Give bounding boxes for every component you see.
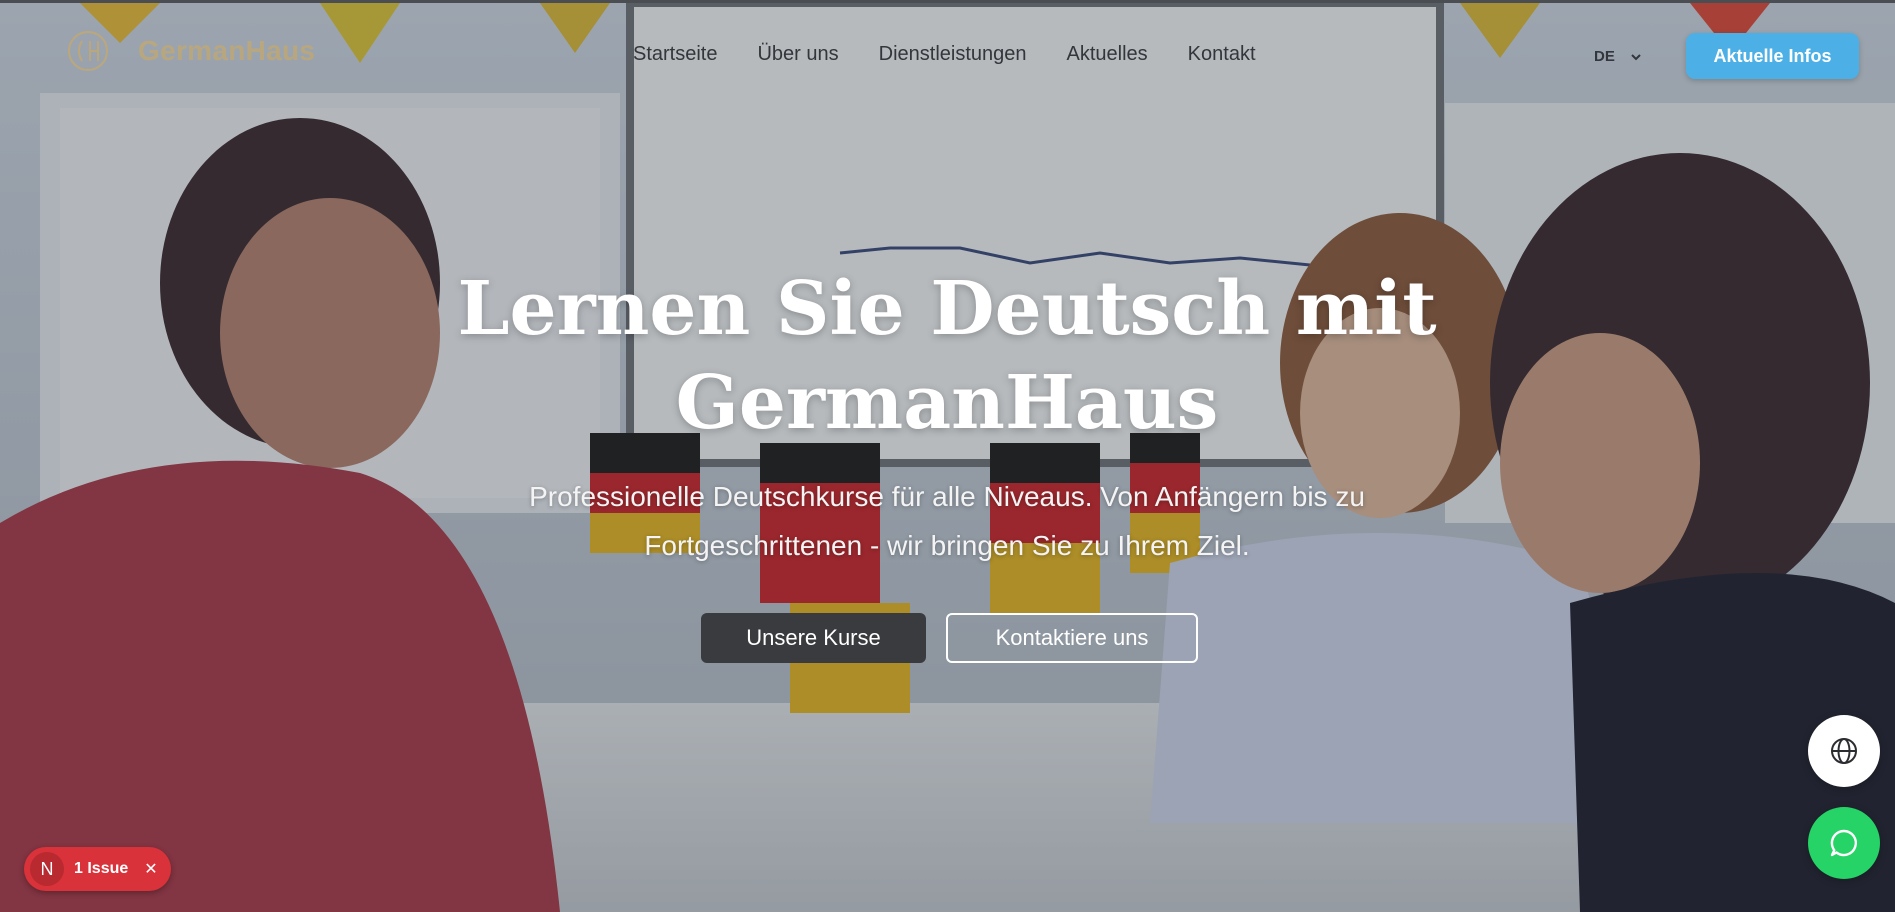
contact-us-button[interactable]: Kontaktiere uns [946, 613, 1198, 663]
nav-item-ueber-uns[interactable]: Über uns [757, 43, 838, 66]
nav-item-aktuelles[interactable]: Aktuelles [1067, 43, 1148, 66]
whatsapp-chat-button[interactable] [1808, 807, 1880, 879]
brand-name: GermanHaus [138, 35, 316, 66]
issue-count-label: 1 Issue [74, 860, 129, 877]
hero-headline-line-2: GermanHaus [675, 360, 1219, 446]
hero-subtitle-line-2: Fortgeschrittenen - wir bringen Sie zu I… [644, 530, 1250, 561]
hero-section [0, 3, 1895, 912]
issue-badge-logo: N [30, 852, 64, 886]
language-selector[interactable]: DE [1594, 48, 1643, 65]
main-menu: Startseite Über uns Dienstleistungen Akt… [633, 43, 1256, 66]
issue-badge[interactable]: N 1 Issue ✕ [24, 847, 171, 891]
hero-headline: Lernen Sie Deutsch mit GermanHaus [447, 262, 1447, 450]
whatsapp-chat-icon [1830, 829, 1857, 857]
language-globe-button[interactable] [1808, 715, 1880, 787]
current-info-button[interactable]: Aktuelle Infos [1686, 33, 1859, 79]
nav-item-kontakt[interactable]: Kontakt [1188, 43, 1256, 66]
our-courses-button[interactable]: Unsere Kurse [701, 613, 926, 663]
language-code: DE [1594, 48, 1615, 65]
nav-item-dienstleistungen[interactable]: Dienstleistungen [879, 43, 1027, 66]
globe-icon [1831, 738, 1857, 764]
top-navigation: GermanHaus Startseite Über uns Dienstlei… [0, 3, 1895, 103]
hero-subtitle-line-1: Professionelle Deutschkurse für alle Niv… [529, 481, 1365, 512]
chevron-down-icon [1631, 53, 1641, 60]
hero-subtitle: Professionelle Deutschkurse für alle Niv… [447, 472, 1447, 570]
nav-item-startseite[interactable]: Startseite [633, 43, 717, 66]
close-icon[interactable]: ✕ [144, 859, 157, 879]
brand-logo[interactable]: GermanHaus [66, 29, 315, 73]
top-border [0, 0, 1895, 3]
logo-emblem-icon [68, 31, 108, 71]
hero-overlay [0, 3, 1895, 912]
hero-headline-line-1: Lernen Sie Deutsch mit [457, 266, 1437, 352]
